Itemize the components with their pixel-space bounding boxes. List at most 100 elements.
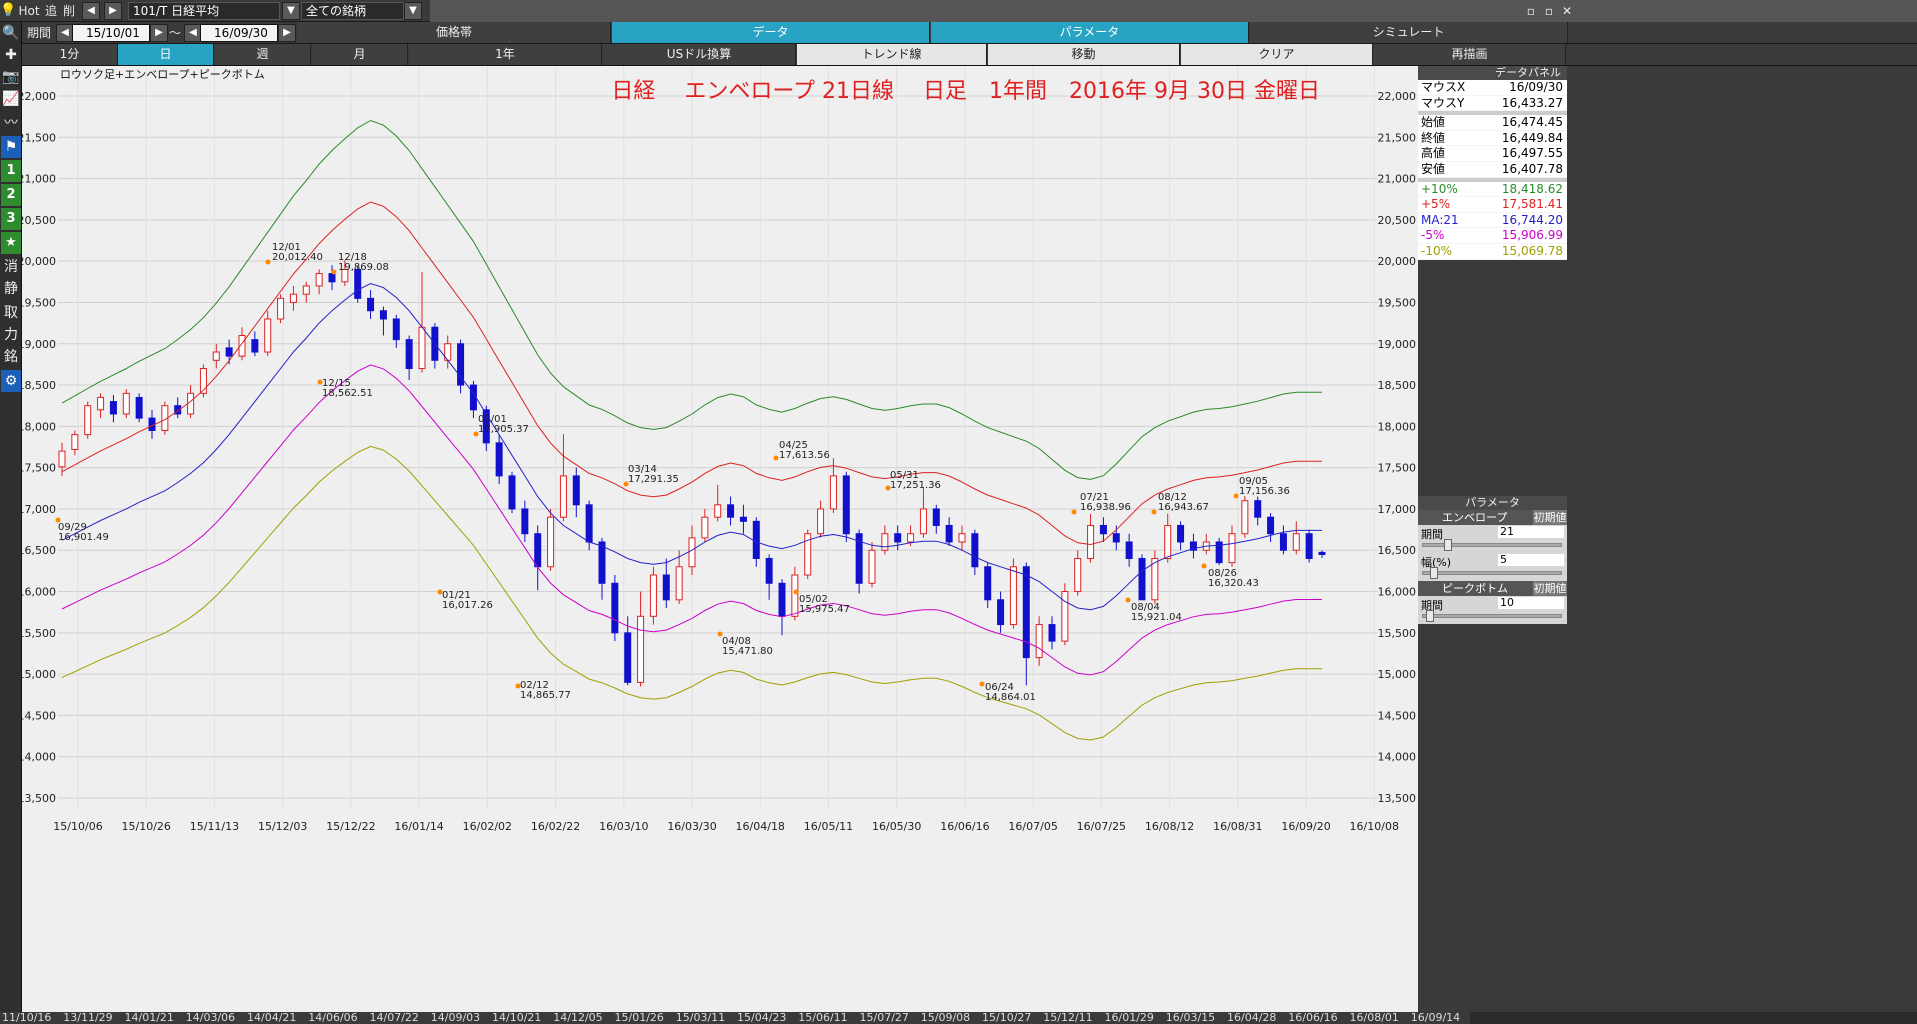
date-from-field[interactable]: 15/10/01 bbox=[72, 24, 150, 42]
stock-icon[interactable]: 銘 bbox=[1, 346, 21, 368]
candle-body bbox=[212, 351, 220, 361]
candle-body bbox=[135, 396, 143, 419]
camera-icon[interactable]: 📷 bbox=[1, 66, 21, 88]
overview-date-label: 14/03/06 bbox=[185, 1011, 236, 1024]
peak-bottom-marker bbox=[1125, 597, 1131, 603]
candlestick-chart[interactable]: 22,000 22,000 21,500 21,500 21,000 21,000 20,5… bbox=[22, 66, 1418, 1012]
static-icon[interactable]: 静 bbox=[1, 278, 21, 300]
overview-date-label: 14/09/03 bbox=[430, 1011, 481, 1024]
overview-date-label: 15/10/27 bbox=[982, 1011, 1032, 1024]
x-tick-label: 15/10/26 bbox=[122, 820, 171, 833]
delete-button[interactable]: 削 bbox=[60, 2, 78, 20]
take-icon[interactable]: 取 bbox=[1, 302, 21, 324]
tf-1year[interactable]: 1年 bbox=[409, 44, 602, 65]
universe-field[interactable]: 全ての銘柄 bbox=[301, 2, 404, 20]
tab-data[interactable]: データ bbox=[612, 22, 930, 43]
x-tick-label: 16/08/31 bbox=[1213, 820, 1262, 833]
prev-arrow-icon[interactable]: ◀ bbox=[82, 2, 100, 20]
envelope-period-knob[interactable] bbox=[1444, 539, 1452, 551]
peakbottom-period-knob[interactable] bbox=[1426, 610, 1434, 622]
overview-date-label: 16/04/28 bbox=[1227, 1011, 1277, 1024]
power-icon[interactable]: 力 bbox=[1, 324, 21, 346]
candle-body bbox=[418, 326, 426, 370]
right-panel: データパネル マウスX 16/09/30 マウスY 16,433.27 始値 16,474… bbox=[1418, 66, 1917, 1024]
tf-month[interactable]: 月 bbox=[312, 44, 408, 65]
overview-date-bar[interactable]: 11/10/16 13/11/29 14/01/21 14/03/06 14/04/21… bbox=[0, 1012, 1470, 1024]
symbol-dropdown-icon[interactable]: ▼ bbox=[282, 2, 300, 20]
y-tick-label-left: 20,500 bbox=[22, 214, 56, 227]
peakbottom-period-slider[interactable] bbox=[1422, 614, 1562, 618]
maximize-icon[interactable]: ▫ bbox=[1542, 2, 1556, 20]
chart-title: 日経 エンベロープ 21日線 日足 1年間 2016年 9月 30日 金曜日 bbox=[611, 79, 1320, 104]
close-icon[interactable]: ✕ bbox=[1560, 2, 1574, 20]
peakbottom-reset-button[interactable]: 初期値 bbox=[1533, 581, 1567, 596]
y-tick-label-left: 22,000 bbox=[22, 90, 56, 103]
usd-convert-button[interactable]: USドル換算 bbox=[603, 44, 796, 65]
annotation-value: 16,938.96 bbox=[1080, 502, 1131, 513]
tab-parameter[interactable]: パラメータ bbox=[931, 22, 1249, 43]
data-panel-value: 16,744.20 bbox=[1501, 212, 1563, 227]
three-icon[interactable]: 3 bbox=[1, 208, 21, 230]
flag-icon[interactable]: ⚑ bbox=[1, 136, 21, 158]
minimize-icon[interactable]: ▫ bbox=[1524, 2, 1538, 20]
universe-dropdown-icon[interactable]: ▼ bbox=[404, 2, 422, 20]
date-to-next-icon[interactable]: ▶ bbox=[278, 24, 296, 42]
one-icon[interactable]: 1 bbox=[1, 160, 21, 182]
candle-body bbox=[611, 582, 619, 634]
bulb-icon[interactable]: 💡 bbox=[0, 2, 16, 20]
crosshair-icon[interactable]: ✚ bbox=[1, 44, 21, 66]
line-chart-icon[interactable]: 📈 bbox=[1, 88, 21, 110]
tab-price-band[interactable]: 価格帯 bbox=[298, 22, 611, 43]
tf-week[interactable]: 週 bbox=[215, 44, 311, 65]
envelope-width-input[interactable]: 5 bbox=[1498, 554, 1564, 566]
envelope-reset-button[interactable]: 初期値 bbox=[1533, 510, 1567, 525]
y-tick-label-right: 15,500 bbox=[1378, 627, 1417, 640]
left-toolbar: 🔍 ✚ 📷 📈 〰 ⚑ 1 2 3 ★ 消静取力銘 ⚙ bbox=[0, 22, 22, 1024]
erase-icon[interactable]: 消 bbox=[1, 256, 21, 278]
hot-button[interactable]: Hot bbox=[18, 2, 40, 20]
candle-body bbox=[109, 401, 117, 415]
y-tick-label-right: 22,000 bbox=[1378, 90, 1417, 103]
candle-body bbox=[367, 297, 375, 312]
move-button[interactable]: 移動 bbox=[988, 44, 1180, 65]
clear-button[interactable]: クリア bbox=[1181, 44, 1373, 65]
data-panel-value: 16/09/30 bbox=[1509, 80, 1563, 94]
parameter-panel: パラメータ エンベロープ 初期値 期間 21 幅(%) 5 ピークボトム 初期値… bbox=[1418, 496, 1567, 624]
star-icon[interactable]: ★ bbox=[1, 232, 21, 254]
candle-body bbox=[534, 533, 542, 568]
top-toolbar: 💡 Hot 追 削 ◀ ▶ 101/T 日経平均 ▼ 全ての銘柄 ▼ ▫ ▫ ✕ bbox=[0, 0, 1917, 22]
date-to-field[interactable]: 16/09/30 bbox=[200, 24, 278, 42]
chart-area[interactable]: 22,000 22,000 21,500 21,500 21,000 21,000 20,5… bbox=[22, 66, 1418, 1012]
peakbottom-period-input[interactable]: 10 bbox=[1498, 597, 1564, 609]
y-tick-label-left: 13,500 bbox=[22, 792, 56, 805]
y-tick-label-left: 20,000 bbox=[22, 255, 56, 268]
y-tick-label-right: 13,500 bbox=[1378, 792, 1417, 805]
candle-body bbox=[97, 396, 105, 411]
settings-icon[interactable]: ⚙ bbox=[1, 370, 21, 392]
candle-body bbox=[829, 475, 837, 510]
date-from-next-icon[interactable]: ▶ bbox=[150, 24, 168, 42]
redraw-button[interactable]: 再描画 bbox=[1374, 44, 1566, 65]
envelope-period-slider[interactable] bbox=[1422, 543, 1562, 547]
search-icon[interactable]: 🔍 bbox=[1, 22, 21, 44]
y-tick-label-right: 20,000 bbox=[1378, 255, 1417, 268]
tab-simulate[interactable]: シミュレート bbox=[1250, 22, 1568, 43]
tf-day[interactable]: 日 bbox=[118, 44, 214, 65]
tf-1min[interactable]: 1分 bbox=[22, 44, 118, 65]
candle-body bbox=[521, 508, 529, 535]
y-tick-label-right: 14,000 bbox=[1378, 751, 1417, 764]
candle-body bbox=[559, 475, 567, 518]
envelope-width-knob[interactable] bbox=[1430, 567, 1438, 579]
symbol-field[interactable]: 101/T 日経平均 bbox=[128, 2, 280, 20]
add-button[interactable]: 追 bbox=[42, 2, 60, 20]
envelope-width-slider[interactable] bbox=[1422, 571, 1562, 575]
indicator-icon[interactable]: 〰 bbox=[1, 112, 21, 134]
y-tick-label-left: 21,000 bbox=[22, 173, 56, 186]
trendline-button[interactable]: トレンド線 bbox=[797, 44, 987, 65]
annotation-value: 17,613.56 bbox=[779, 450, 830, 461]
envelope-period-input[interactable]: 21 bbox=[1498, 526, 1564, 538]
two-icon[interactable]: 2 bbox=[1, 184, 21, 206]
candle-body bbox=[637, 615, 645, 683]
data-panel-key: +5% bbox=[1421, 197, 1451, 212]
next-arrow-icon[interactable]: ▶ bbox=[104, 2, 122, 20]
